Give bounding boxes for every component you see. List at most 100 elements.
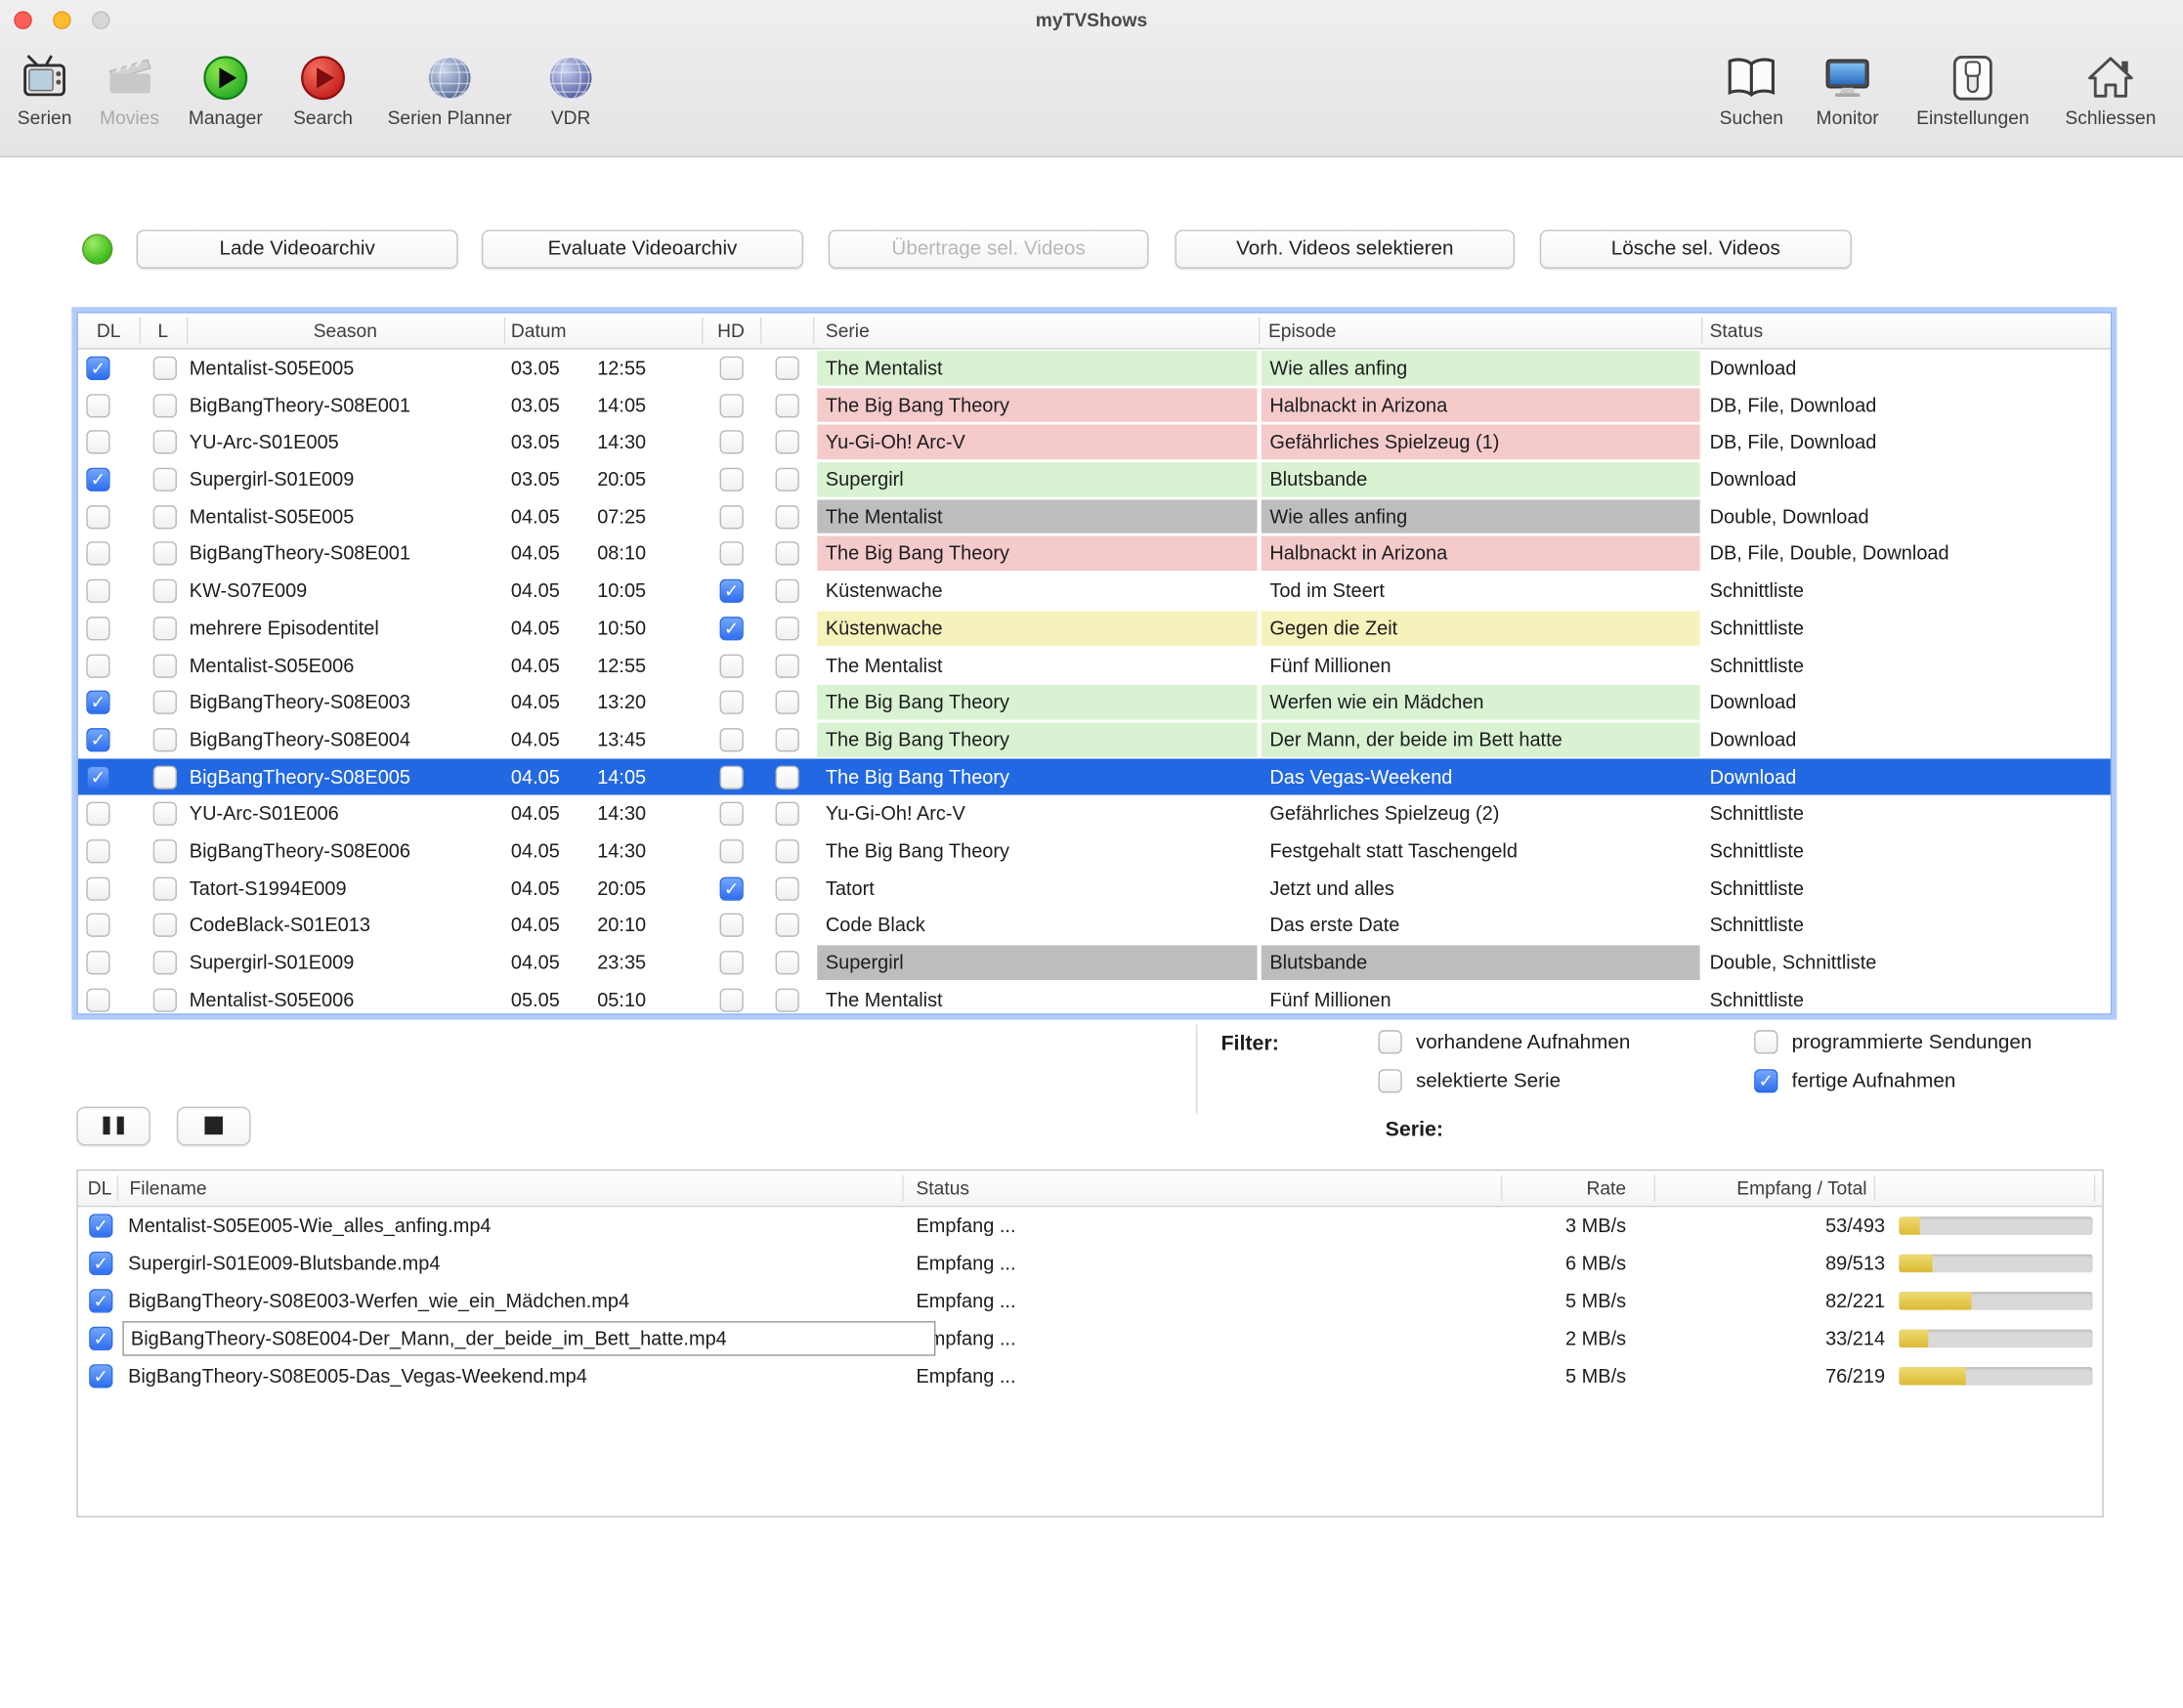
l-checkbox[interactable] (153, 431, 177, 454)
l-checkbox[interactable] (153, 728, 177, 751)
column-header-l[interactable]: L (139, 314, 186, 349)
l-checkbox[interactable] (153, 765, 177, 789)
l-checkbox[interactable] (153, 951, 177, 974)
dl-checkbox[interactable] (86, 876, 109, 900)
dl-checkbox[interactable] (89, 1252, 112, 1275)
dl-checkbox[interactable] (89, 1289, 112, 1312)
l-checkbox[interactable] (153, 876, 177, 900)
hd-checkbox[interactable] (720, 654, 744, 677)
dl-checkbox[interactable] (86, 542, 109, 566)
column-header-status[interactable]: Status (916, 1171, 969, 1206)
episode-table-row[interactable]: mehrere Episodentitel 04.05 10:50 Küsten… (78, 610, 2111, 647)
episode-table-row[interactable]: Mentalist-S05E006 04.05 12:55 The Mental… (78, 647, 2111, 684)
toolbar-item-einstellungen[interactable]: Einstellungen (1904, 47, 2042, 128)
toolbar-item-serien-planner[interactable]: Serien Planner (373, 47, 527, 128)
extra-checkbox[interactable] (776, 542, 799, 566)
hd-checkbox[interactable] (720, 394, 744, 417)
l-checkbox[interactable] (153, 802, 177, 826)
extra-checkbox[interactable] (776, 431, 799, 454)
l-checkbox[interactable] (153, 468, 177, 491)
episode-table-row[interactable]: CodeBlack-S01E013 04.05 20:10 Code Black… (78, 907, 2111, 944)
hd-checkbox[interactable] (720, 839, 744, 863)
l-checkbox[interactable] (153, 394, 177, 417)
dl-checkbox[interactable] (86, 951, 109, 974)
hd-checkbox[interactable] (720, 802, 744, 826)
column-header-status[interactable]: Status (1710, 314, 1764, 349)
hd-checkbox[interactable] (720, 951, 744, 974)
dl-checkbox[interactable] (86, 654, 109, 677)
episode-table-row[interactable]: Tatort-S1994E009 04.05 20:05 Tatort Jetz… (78, 870, 2111, 907)
episode-table-row[interactable]: YU-Arc-S01E005 03.05 14:30 Yu-Gi-Oh! Arc… (78, 424, 2111, 461)
column-header-datum[interactable]: Datum (511, 314, 567, 349)
dl-checkbox[interactable] (86, 802, 109, 826)
episode-table-row[interactable]: BigBangTheory-S08E003 04.05 13:20 The Bi… (78, 684, 2111, 721)
checkbox[interactable] (1378, 1030, 1401, 1053)
column-header-episode[interactable]: Episode (1268, 314, 1337, 349)
hd-checkbox[interactable] (720, 988, 744, 1011)
l-checkbox[interactable] (153, 839, 177, 863)
extra-checkbox[interactable] (776, 765, 799, 789)
episode-table-row[interactable]: BigBangTheory-S08E006 04.05 14:30 The Bi… (78, 833, 2111, 870)
l-checkbox[interactable] (153, 914, 177, 937)
l-checkbox[interactable] (153, 357, 177, 380)
l-checkbox[interactable] (153, 691, 177, 714)
download-table-row[interactable]: Empfang ... 2 MB/s 33/214 BigBangTheory-… (78, 1320, 2103, 1357)
checkbox[interactable] (1754, 1069, 1777, 1092)
hd-checkbox[interactable] (720, 505, 744, 529)
uebertrage-sel-videos-button[interactable]: Übertrage sel. Videos (829, 230, 1149, 269)
episode-table-row[interactable]: BigBangTheory-S08E001 03.05 14:05 The Bi… (78, 387, 2111, 424)
column-header-filename[interactable]: Filename (130, 1171, 207, 1206)
toolbar-item-schliessen[interactable]: Schliessen (2052, 47, 2169, 128)
hd-checkbox[interactable] (720, 914, 744, 937)
hd-checkbox[interactable] (720, 691, 744, 714)
extra-checkbox[interactable] (776, 691, 799, 714)
column-header-serie[interactable]: Serie (826, 314, 870, 349)
hd-checkbox[interactable] (720, 617, 744, 640)
l-checkbox[interactable] (153, 542, 177, 566)
dl-checkbox[interactable] (86, 691, 109, 714)
episode-table-row[interactable]: Mentalist-S05E005 04.05 07:25 The Mental… (78, 498, 2111, 535)
episode-table-row[interactable]: KW-S07E009 04.05 10:05 Küstenwache Tod i… (78, 573, 2111, 610)
dl-checkbox[interactable] (86, 839, 109, 863)
column-header-season[interactable]: Season (187, 314, 504, 349)
dl-checkbox[interactable] (89, 1364, 112, 1388)
hd-checkbox[interactable] (720, 357, 744, 380)
toolbar-item-manager[interactable]: Manager (177, 47, 275, 128)
l-checkbox[interactable] (153, 617, 177, 640)
column-header-dl[interactable]: DL (78, 314, 140, 349)
hd-checkbox[interactable] (720, 765, 744, 789)
episode-table-row[interactable]: Mentalist-S05E006 05.05 05:10 The Mental… (78, 981, 2111, 1015)
hd-checkbox[interactable] (720, 728, 744, 751)
extra-checkbox[interactable] (776, 914, 799, 937)
toolbar-item-suchen[interactable]: Suchen (1702, 47, 1800, 128)
dl-checkbox[interactable] (86, 579, 109, 603)
episode-table-row[interactable]: BigBangTheory-S08E001 04.05 08:10 The Bi… (78, 535, 2111, 573)
extra-checkbox[interactable] (776, 728, 799, 751)
stop-button[interactable] (177, 1107, 251, 1146)
l-checkbox[interactable] (153, 579, 177, 603)
dl-checkbox[interactable] (86, 505, 109, 529)
l-checkbox[interactable] (153, 654, 177, 677)
download-table-row[interactable]: Empfang ... 5 MB/s 82/221 BigBangTheory-… (78, 1282, 2103, 1319)
episode-table-row[interactable]: BigBangTheory-S08E005 04.05 14:05 The Bi… (78, 758, 2111, 795)
dl-checkbox[interactable] (86, 765, 109, 789)
hd-checkbox[interactable] (720, 876, 744, 900)
column-header-hd[interactable]: HD (702, 314, 760, 349)
toolbar-item-search[interactable]: Search (275, 47, 372, 128)
toolbar-item-movies[interactable]: Movies (88, 47, 171, 128)
extra-checkbox[interactable] (776, 394, 799, 417)
extra-checkbox[interactable] (776, 654, 799, 677)
pause-button[interactable] (76, 1107, 150, 1146)
toolbar-item-vdr[interactable]: VDR (529, 47, 612, 128)
extra-checkbox[interactable] (776, 617, 799, 640)
extra-checkbox[interactable] (776, 468, 799, 491)
lade-videoarchiv-button[interactable]: Lade Videoarchiv (137, 230, 458, 269)
hd-checkbox[interactable] (720, 431, 744, 454)
episode-table-row[interactable]: YU-Arc-S01E006 04.05 14:30 Yu-Gi-Oh! Arc… (78, 795, 2111, 833)
vorh-videos-selektieren-button[interactable]: Vorh. Videos selektieren (1175, 230, 1515, 269)
dl-checkbox[interactable] (86, 617, 109, 640)
dl-checkbox[interactable] (86, 468, 109, 491)
column-header-dl[interactable]: DL (88, 1171, 112, 1206)
extra-checkbox[interactable] (776, 505, 799, 529)
toolbar-item-serien[interactable]: Serien (3, 47, 86, 128)
